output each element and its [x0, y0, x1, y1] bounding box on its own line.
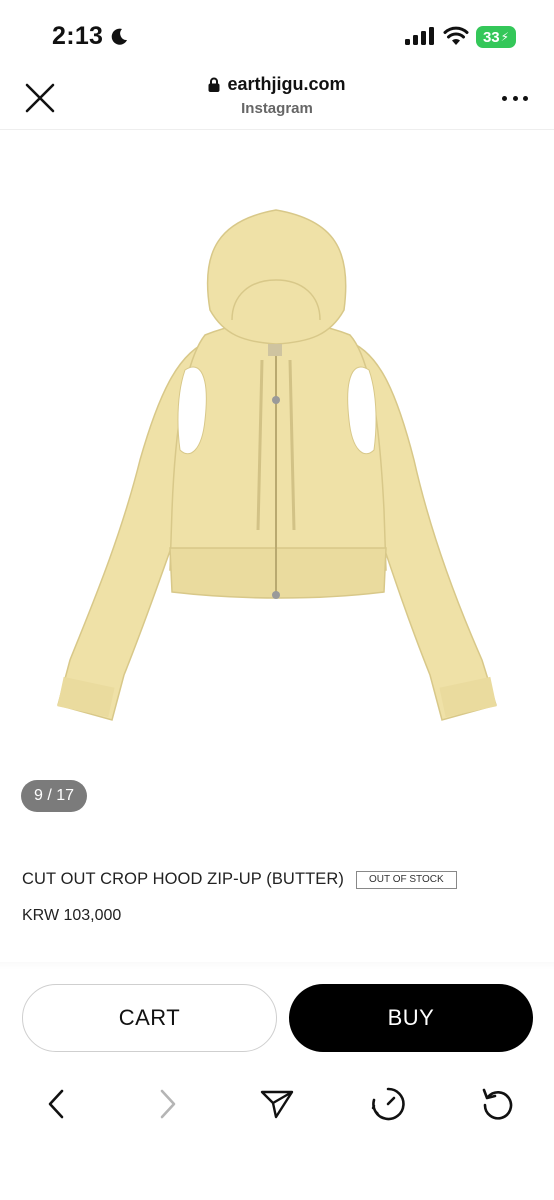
domain-row: earthjigu.com: [208, 74, 346, 95]
browser-subtitle: Instagram: [241, 100, 313, 117]
battery-indicator: 33 ⚡: [476, 26, 516, 48]
back-icon: [48, 1089, 64, 1119]
product-title-row: CUT OUT CROP HOOD ZIP-UP (BUTTER) OUT OF…: [22, 870, 457, 889]
section-divider: [0, 962, 554, 970]
forward-icon: [160, 1089, 176, 1119]
timer-icon: [371, 1087, 405, 1121]
reload-icon: [482, 1088, 513, 1120]
lock-icon: [208, 77, 220, 92]
share-button[interactable]: [257, 1084, 297, 1124]
wifi-icon: [443, 26, 469, 45]
cart-button[interactable]: CART: [22, 984, 277, 1052]
more-icon-dot: [512, 95, 518, 101]
browser-toolbar: [0, 1070, 554, 1140]
more-icon: [502, 95, 507, 101]
more-icon-dot: [523, 95, 528, 101]
time-text: 2:13: [52, 22, 104, 50]
image-counter: 9 / 17: [21, 780, 87, 812]
stock-badge: OUT OF STOCK: [356, 870, 457, 889]
signal-icon: [405, 27, 434, 45]
share-icon: [260, 1090, 294, 1119]
more-button[interactable]: [502, 88, 528, 108]
reload-button[interactable]: [478, 1084, 518, 1124]
forward-button[interactable]: [148, 1084, 188, 1124]
status-time: 2:13: [52, 22, 129, 51]
url-display[interactable]: earthjigu.com Instagram: [0, 74, 554, 117]
status-bar: 2:13 33 ⚡: [0, 0, 554, 66]
battery-level: 33: [482, 28, 500, 46]
moon-icon: [111, 28, 128, 45]
browser-header: earthjigu.com Instagram: [0, 66, 554, 130]
product-title: CUT OUT CROP HOOD ZIP-UP (BUTTER): [22, 870, 345, 888]
charging-icon: ⚡: [500, 30, 510, 44]
buy-button[interactable]: BUY: [289, 984, 533, 1052]
timer-button[interactable]: [368, 1084, 408, 1124]
product-image: [57, 209, 497, 721]
back-button[interactable]: [36, 1084, 76, 1124]
domain-text: earthjigu.com: [227, 74, 346, 94]
product-image-gallery[interactable]: 9 / 17: [0, 130, 554, 830]
product-price: KRW 103,000: [22, 907, 122, 924]
